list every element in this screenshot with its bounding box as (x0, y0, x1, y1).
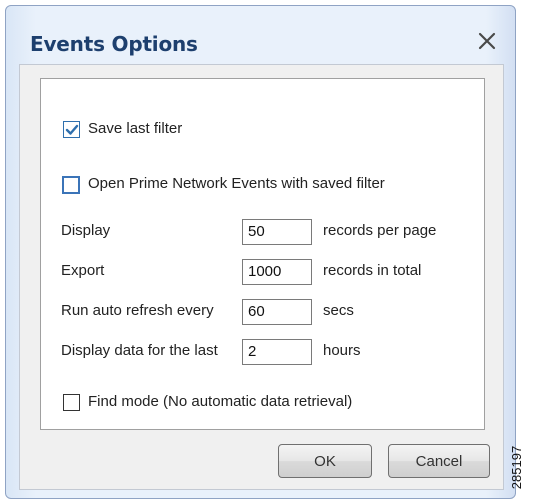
export-records-input[interactable]: 1000 (242, 259, 312, 285)
open-with-saved-filter-label: Open Prime Network Events with saved fil… (88, 175, 385, 192)
open-with-saved-filter-checkbox[interactable] (62, 176, 80, 194)
events-options-dialog: Events Options Save last filter Open Pri… (5, 5, 516, 499)
ok-button[interactable]: OK (278, 444, 372, 478)
figure-id: 285197 (509, 432, 536, 502)
find-mode-label: Find mode (No automatic data retrieval) (88, 393, 353, 410)
display-data-unit: hours (323, 342, 361, 359)
export-unit: records in total (323, 262, 422, 279)
display-records-input[interactable]: 50 (242, 219, 312, 245)
figure-id-text: 285197 (509, 445, 525, 490)
close-button[interactable] (474, 28, 500, 54)
auto-refresh-input[interactable]: 60 (242, 299, 312, 325)
auto-refresh-unit: secs (323, 302, 354, 319)
auto-refresh-label: Run auto refresh every (61, 302, 214, 319)
display-data-label: Display data for the last (61, 342, 218, 359)
find-mode-checkbox[interactable] (63, 394, 80, 411)
options-panel: Save last filter Open Prime Network Even… (40, 78, 485, 430)
display-label: Display (61, 222, 111, 239)
checkmark-icon (65, 124, 79, 135)
title-bar: Events Options (6, 6, 515, 64)
cancel-button[interactable]: Cancel (388, 444, 490, 478)
export-label: Export (61, 262, 105, 279)
dialog-body: Save last filter Open Prime Network Even… (19, 64, 504, 490)
save-last-filter-checkbox[interactable] (63, 121, 80, 138)
save-last-filter-label: Save last filter (88, 120, 183, 137)
display-data-hours-input[interactable]: 2 (242, 339, 312, 365)
dialog-title: Events Options (30, 32, 198, 56)
display-unit: records per page (323, 222, 437, 239)
close-icon (478, 32, 496, 50)
